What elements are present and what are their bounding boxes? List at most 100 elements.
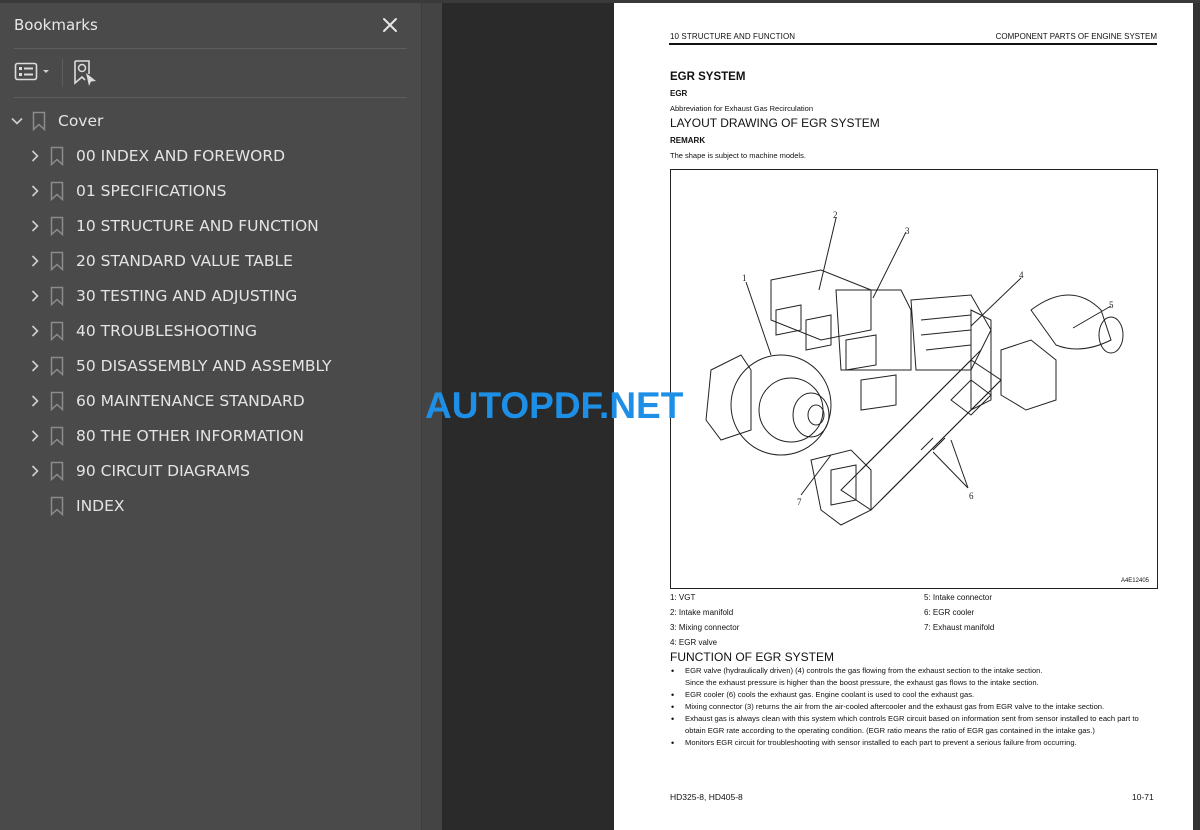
bookmark-item[interactable]: Cover: [0, 103, 421, 138]
bullet-item: EGR cooler (6) cools the exhaust gas. En…: [670, 689, 1160, 701]
header-divider: [14, 48, 407, 49]
bookmark-item[interactable]: 20 STANDARD VALUE TABLE: [0, 243, 421, 278]
find-current-bookmark-button[interactable]: [72, 59, 98, 87]
bullet-item: Mixing connector (3) returns the air fro…: [670, 701, 1160, 713]
chevron-right-icon[interactable]: [28, 219, 42, 233]
bookmark-icon: [50, 391, 64, 411]
bookmark-icon: [50, 426, 64, 446]
legend-item: 2: Intake manifold: [670, 608, 734, 617]
section-heading: EGR SYSTEM: [670, 71, 746, 83]
legend-item: 6: EGR cooler: [924, 608, 975, 617]
bookmark-label: Cover: [58, 111, 104, 130]
callout-7: 7: [797, 497, 802, 507]
panel-title: Bookmarks: [14, 16, 98, 34]
list-options-icon: [14, 62, 49, 81]
callout-4: 4: [1019, 270, 1024, 280]
bookmark-icon: [50, 461, 64, 481]
bookmark-icon: [50, 181, 64, 201]
bookmark-label: 20 STANDARD VALUE TABLE: [76, 251, 293, 270]
bookmark-item[interactable]: 90 CIRCUIT DIAGRAMS: [0, 453, 421, 488]
chevron-right-icon[interactable]: [28, 394, 42, 408]
remark-text: The shape is subject to machine models.: [670, 151, 806, 160]
bookmarks-toolbar: [0, 53, 421, 97]
callout-3: 3: [905, 226, 910, 236]
bookmark-item[interactable]: 80 THE OTHER INFORMATION: [0, 418, 421, 453]
header-rule: [669, 43, 1157, 45]
chevron-right-icon[interactable]: [28, 184, 42, 198]
chevron-right-icon[interactable]: [28, 429, 42, 443]
chevron-right-icon[interactable]: [28, 289, 42, 303]
bookmark-label: 00 INDEX AND FOREWORD: [76, 146, 286, 165]
page-footer-model: HD325-8, HD405-8: [670, 792, 743, 802]
abbreviation-text: Abbreviation for Exhaust Gas Recirculati…: [670, 104, 813, 113]
bookmark-icon: [50, 146, 64, 166]
bookmark-label: 01 SPECIFICATIONS: [76, 181, 227, 200]
bookmarks-header: Bookmarks: [0, 3, 421, 48]
bookmark-find-icon: [74, 60, 96, 86]
remark-label: REMARK: [670, 136, 706, 145]
vertical-scrollbar[interactable]: [1193, 3, 1200, 830]
bookmark-icon: [50, 216, 64, 236]
callout-5: 5: [1109, 300, 1114, 310]
chevron-down-icon[interactable]: [10, 114, 24, 128]
function-heading: FUNCTION OF EGR SYSTEM: [670, 650, 835, 664]
bookmark-item[interactable]: 60 MAINTENANCE STANDARD: [0, 383, 421, 418]
legend-item: 3: Mixing connector: [670, 623, 740, 632]
bookmark-item[interactable]: INDEX: [0, 488, 421, 523]
pdf-page: 10 STRUCTURE AND FUNCTION COMPONENT PART…: [614, 3, 1193, 830]
toolbar-separator: [62, 59, 63, 87]
engine-drawing: 1 2 3 4 5 6 7: [705, 210, 1124, 526]
bookmarks-panel: Bookmarks Cover 00 INDEX AND FOREWORD 01…: [0, 3, 421, 830]
bookmark-item[interactable]: 40 TROUBLESHOOTING: [0, 313, 421, 348]
bullet-item: Exhaust gas is always clean with this sy…: [670, 713, 1160, 737]
bookmark-label: 80 THE OTHER INFORMATION: [76, 426, 304, 445]
chevron-right-icon[interactable]: [28, 254, 42, 268]
page-header-section: 10 STRUCTURE AND FUNCTION: [670, 32, 796, 41]
bookmark-label: 50 DISASSEMBLY AND ASSEMBLY: [76, 356, 332, 375]
legend-item: 4: EGR valve: [670, 638, 718, 647]
legend-item: 5: Intake connector: [924, 593, 993, 602]
bullet-item: Monitors EGR circuit for troubleshooting…: [670, 737, 1160, 749]
legend-item: 1: VGT: [670, 593, 696, 602]
bookmark-label: 40 TROUBLESHOOTING: [76, 321, 258, 340]
callout-2: 2: [833, 210, 838, 220]
bookmark-item[interactable]: 30 TESTING AND ADJUSTING: [0, 278, 421, 313]
bookmark-item[interactable]: 00 INDEX AND FOREWORD: [0, 138, 421, 173]
watermark: AUTOPDF.NET: [425, 385, 684, 426]
page-header-topic: COMPONENT PARTS OF ENGINE SYSTEM: [995, 32, 1157, 41]
bookmark-label: 10 STRUCTURE AND FUNCTION: [76, 216, 319, 235]
bookmark-icon: [50, 321, 64, 341]
bookmark-label: 30 TESTING AND ADJUSTING: [76, 286, 298, 305]
bookmark-label: INDEX: [76, 496, 125, 515]
chevron-right-icon[interactable]: [28, 149, 42, 163]
bookmark-icon: [50, 356, 64, 376]
legend-item: 7: Exhaust manifold: [924, 623, 995, 632]
bookmark-item[interactable]: 01 SPECIFICATIONS: [0, 173, 421, 208]
figure-id: A4E12405: [1120, 578, 1149, 584]
subheading: EGR: [670, 89, 688, 98]
bookmark-icon: [50, 251, 64, 271]
chevron-right-icon[interactable]: [28, 464, 42, 478]
toolbar-divider: [14, 97, 407, 98]
close-icon: [383, 18, 397, 32]
close-panel-button[interactable]: [380, 15, 400, 35]
options-menu-button[interactable]: [14, 61, 54, 83]
bookmark-icon: [50, 496, 64, 516]
page-number: 10-71: [1132, 792, 1154, 802]
bookmark-icon: [32, 111, 46, 131]
chevron-right-icon[interactable]: [28, 359, 42, 373]
bookmark-item[interactable]: 10 STRUCTURE AND FUNCTION: [0, 208, 421, 243]
egr-layout-figure: 1 2 3 4 5 6 7 A4E12405: [670, 169, 1158, 589]
bullet-continuation: Since the exhaust pressure is higher tha…: [685, 678, 1039, 687]
bookmark-item[interactable]: 50 DISASSEMBLY AND ASSEMBLY: [0, 348, 421, 383]
bookmark-tree: Cover 00 INDEX AND FOREWORD 01 SPECIFICATI…: [0, 103, 421, 523]
bookmark-label: 60 MAINTENANCE STANDARD: [76, 391, 305, 410]
function-list: EGR valve (hydraulically driven) (4) con…: [670, 665, 1160, 749]
layout-heading: LAYOUT DRAWING OF EGR SYSTEM: [670, 116, 880, 130]
bookmark-label: 90 CIRCUIT DIAGRAMS: [76, 461, 250, 480]
callout-6: 6: [969, 491, 974, 501]
bookmark-icon: [50, 286, 64, 306]
bullet-item: EGR valve (hydraulically driven) (4) con…: [670, 665, 1160, 677]
callout-1: 1: [742, 273, 747, 283]
chevron-right-icon[interactable]: [28, 324, 42, 338]
